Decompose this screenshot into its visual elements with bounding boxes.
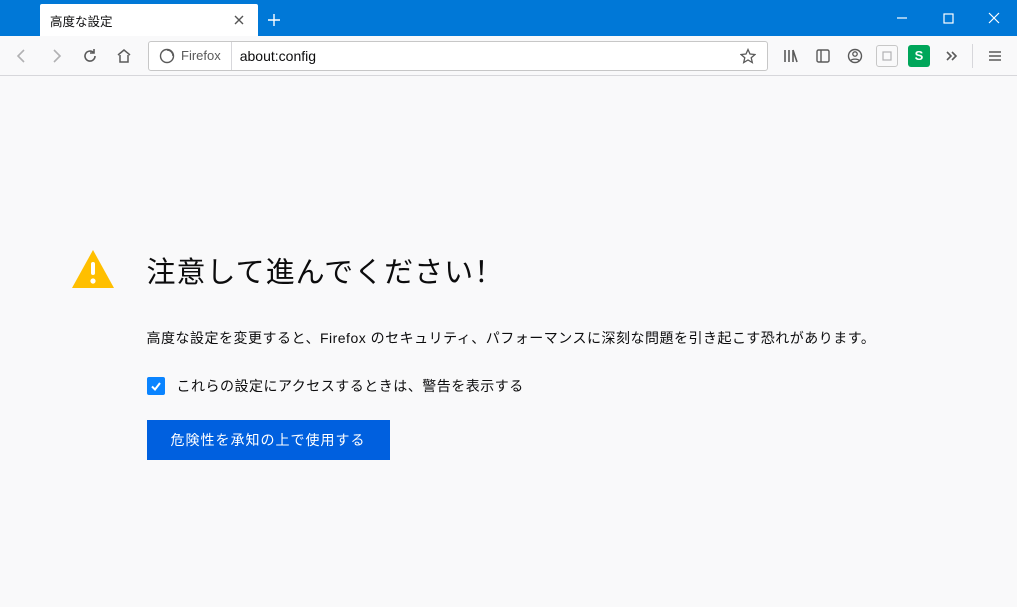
warning-body: 高度な設定を変更すると、Firefox のセキュリティ、パフォーマンスに深刻な問… [69, 328, 949, 460]
page-title: 注意して進んでください！ [147, 249, 505, 291]
warning-description: 高度な設定を変更すると、Firefox のセキュリティ、パフォーマンスに深刻な問… [147, 328, 949, 348]
urlbar-actions [735, 43, 767, 69]
bookmark-star-button[interactable] [735, 43, 761, 69]
extension-button-2[interactable]: S [908, 45, 930, 67]
check-icon [150, 380, 162, 392]
sidebar-button[interactable] [808, 41, 838, 71]
close-tab-button[interactable] [230, 11, 248, 29]
toolbar-end-buttons: S [776, 40, 1011, 72]
window-controls [879, 0, 1017, 36]
overflow-button[interactable] [936, 41, 966, 71]
window-minimize-button[interactable] [879, 0, 925, 36]
url-input[interactable] [232, 48, 735, 64]
home-icon [115, 47, 133, 65]
forward-button[interactable] [40, 40, 72, 72]
page-content: 注意して進んでください！ 高度な設定を変更すると、Firefox のセキュリティ… [0, 76, 1017, 520]
identity-label: Firefox [181, 48, 221, 63]
window-titlebar: 高度な設定 [0, 0, 1017, 36]
plus-icon [267, 13, 281, 27]
tab-strip: 高度な設定 [0, 4, 879, 36]
close-icon [988, 12, 1000, 24]
reload-icon [82, 48, 98, 64]
checkbox-label: これらの設定にアクセスするときは、警告を表示する [177, 376, 524, 396]
reload-button[interactable] [74, 40, 106, 72]
toolbar-separator [972, 44, 973, 68]
back-button[interactable] [6, 40, 38, 72]
extension-button-1[interactable] [876, 45, 898, 67]
arrow-right-icon [47, 47, 65, 65]
window-maximize-button[interactable] [925, 0, 971, 36]
navigation-toolbar: Firefox S [0, 36, 1017, 76]
firefox-logo-icon [159, 48, 175, 64]
warning-container: 注意して進んでください！ 高度な設定を変更すると、Firefox のセキュリティ… [69, 136, 949, 460]
library-button[interactable] [776, 41, 806, 71]
home-button[interactable] [108, 40, 140, 72]
star-icon [740, 48, 756, 64]
arrow-left-icon [13, 47, 31, 65]
identity-box[interactable]: Firefox [149, 42, 232, 70]
account-button[interactable] [840, 41, 870, 71]
sidebar-icon [815, 48, 831, 64]
accept-risk-button[interactable]: 危険性を承知の上で使用する [147, 420, 390, 460]
new-tab-button[interactable] [258, 4, 290, 36]
show-warning-checkbox-row[interactable]: これらの設定にアクセスするときは、警告を表示する [147, 376, 949, 396]
account-icon [847, 48, 863, 64]
address-bar[interactable]: Firefox [148, 41, 768, 71]
close-icon [233, 14, 245, 26]
warning-triangle-icon [69, 246, 117, 294]
square-icon [882, 51, 892, 61]
app-menu-button[interactable] [979, 40, 1011, 72]
addon-letter: S [915, 48, 924, 63]
chevron-double-right-icon [943, 48, 959, 64]
checkbox-checked[interactable] [147, 377, 165, 395]
browser-tab-active[interactable]: 高度な設定 [40, 4, 258, 36]
warning-header: 注意して進んでください！ [69, 246, 949, 294]
hamburger-icon [987, 48, 1003, 64]
minimize-icon [896, 12, 908, 24]
tab-title: 高度な設定 [50, 11, 113, 30]
library-icon [783, 48, 799, 64]
window-close-button[interactable] [971, 0, 1017, 36]
maximize-icon [943, 13, 954, 24]
